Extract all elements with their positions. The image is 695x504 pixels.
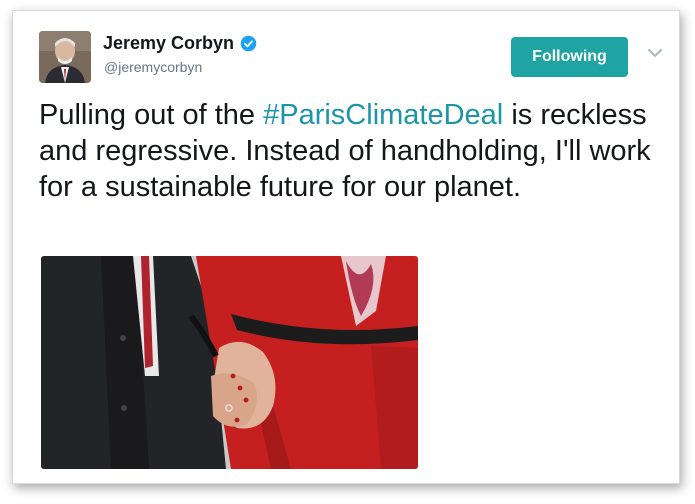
tweet-media-photo[interactable] xyxy=(41,256,418,469)
hashtag-link[interactable]: #ParisClimateDeal xyxy=(263,99,503,131)
chevron-down-icon[interactable] xyxy=(647,47,663,59)
tweet-text: Pulling out of the #ParisClimateDeal is … xyxy=(39,97,659,205)
tweet-text-before: Pulling out of the xyxy=(39,99,264,131)
photo-illustration xyxy=(41,256,418,469)
author-name[interactable]: Jeremy Corbyn xyxy=(103,33,234,54)
tweet-card: Jeremy Corbyn @jeremycorbyn Following Pu… xyxy=(12,10,680,484)
verified-badge-icon xyxy=(240,35,257,52)
author-handle[interactable]: @jeremycorbyn xyxy=(104,59,202,75)
following-button[interactable]: Following xyxy=(511,37,628,77)
author-avatar[interactable] xyxy=(39,31,91,83)
author-name-row[interactable]: Jeremy Corbyn xyxy=(103,33,257,54)
